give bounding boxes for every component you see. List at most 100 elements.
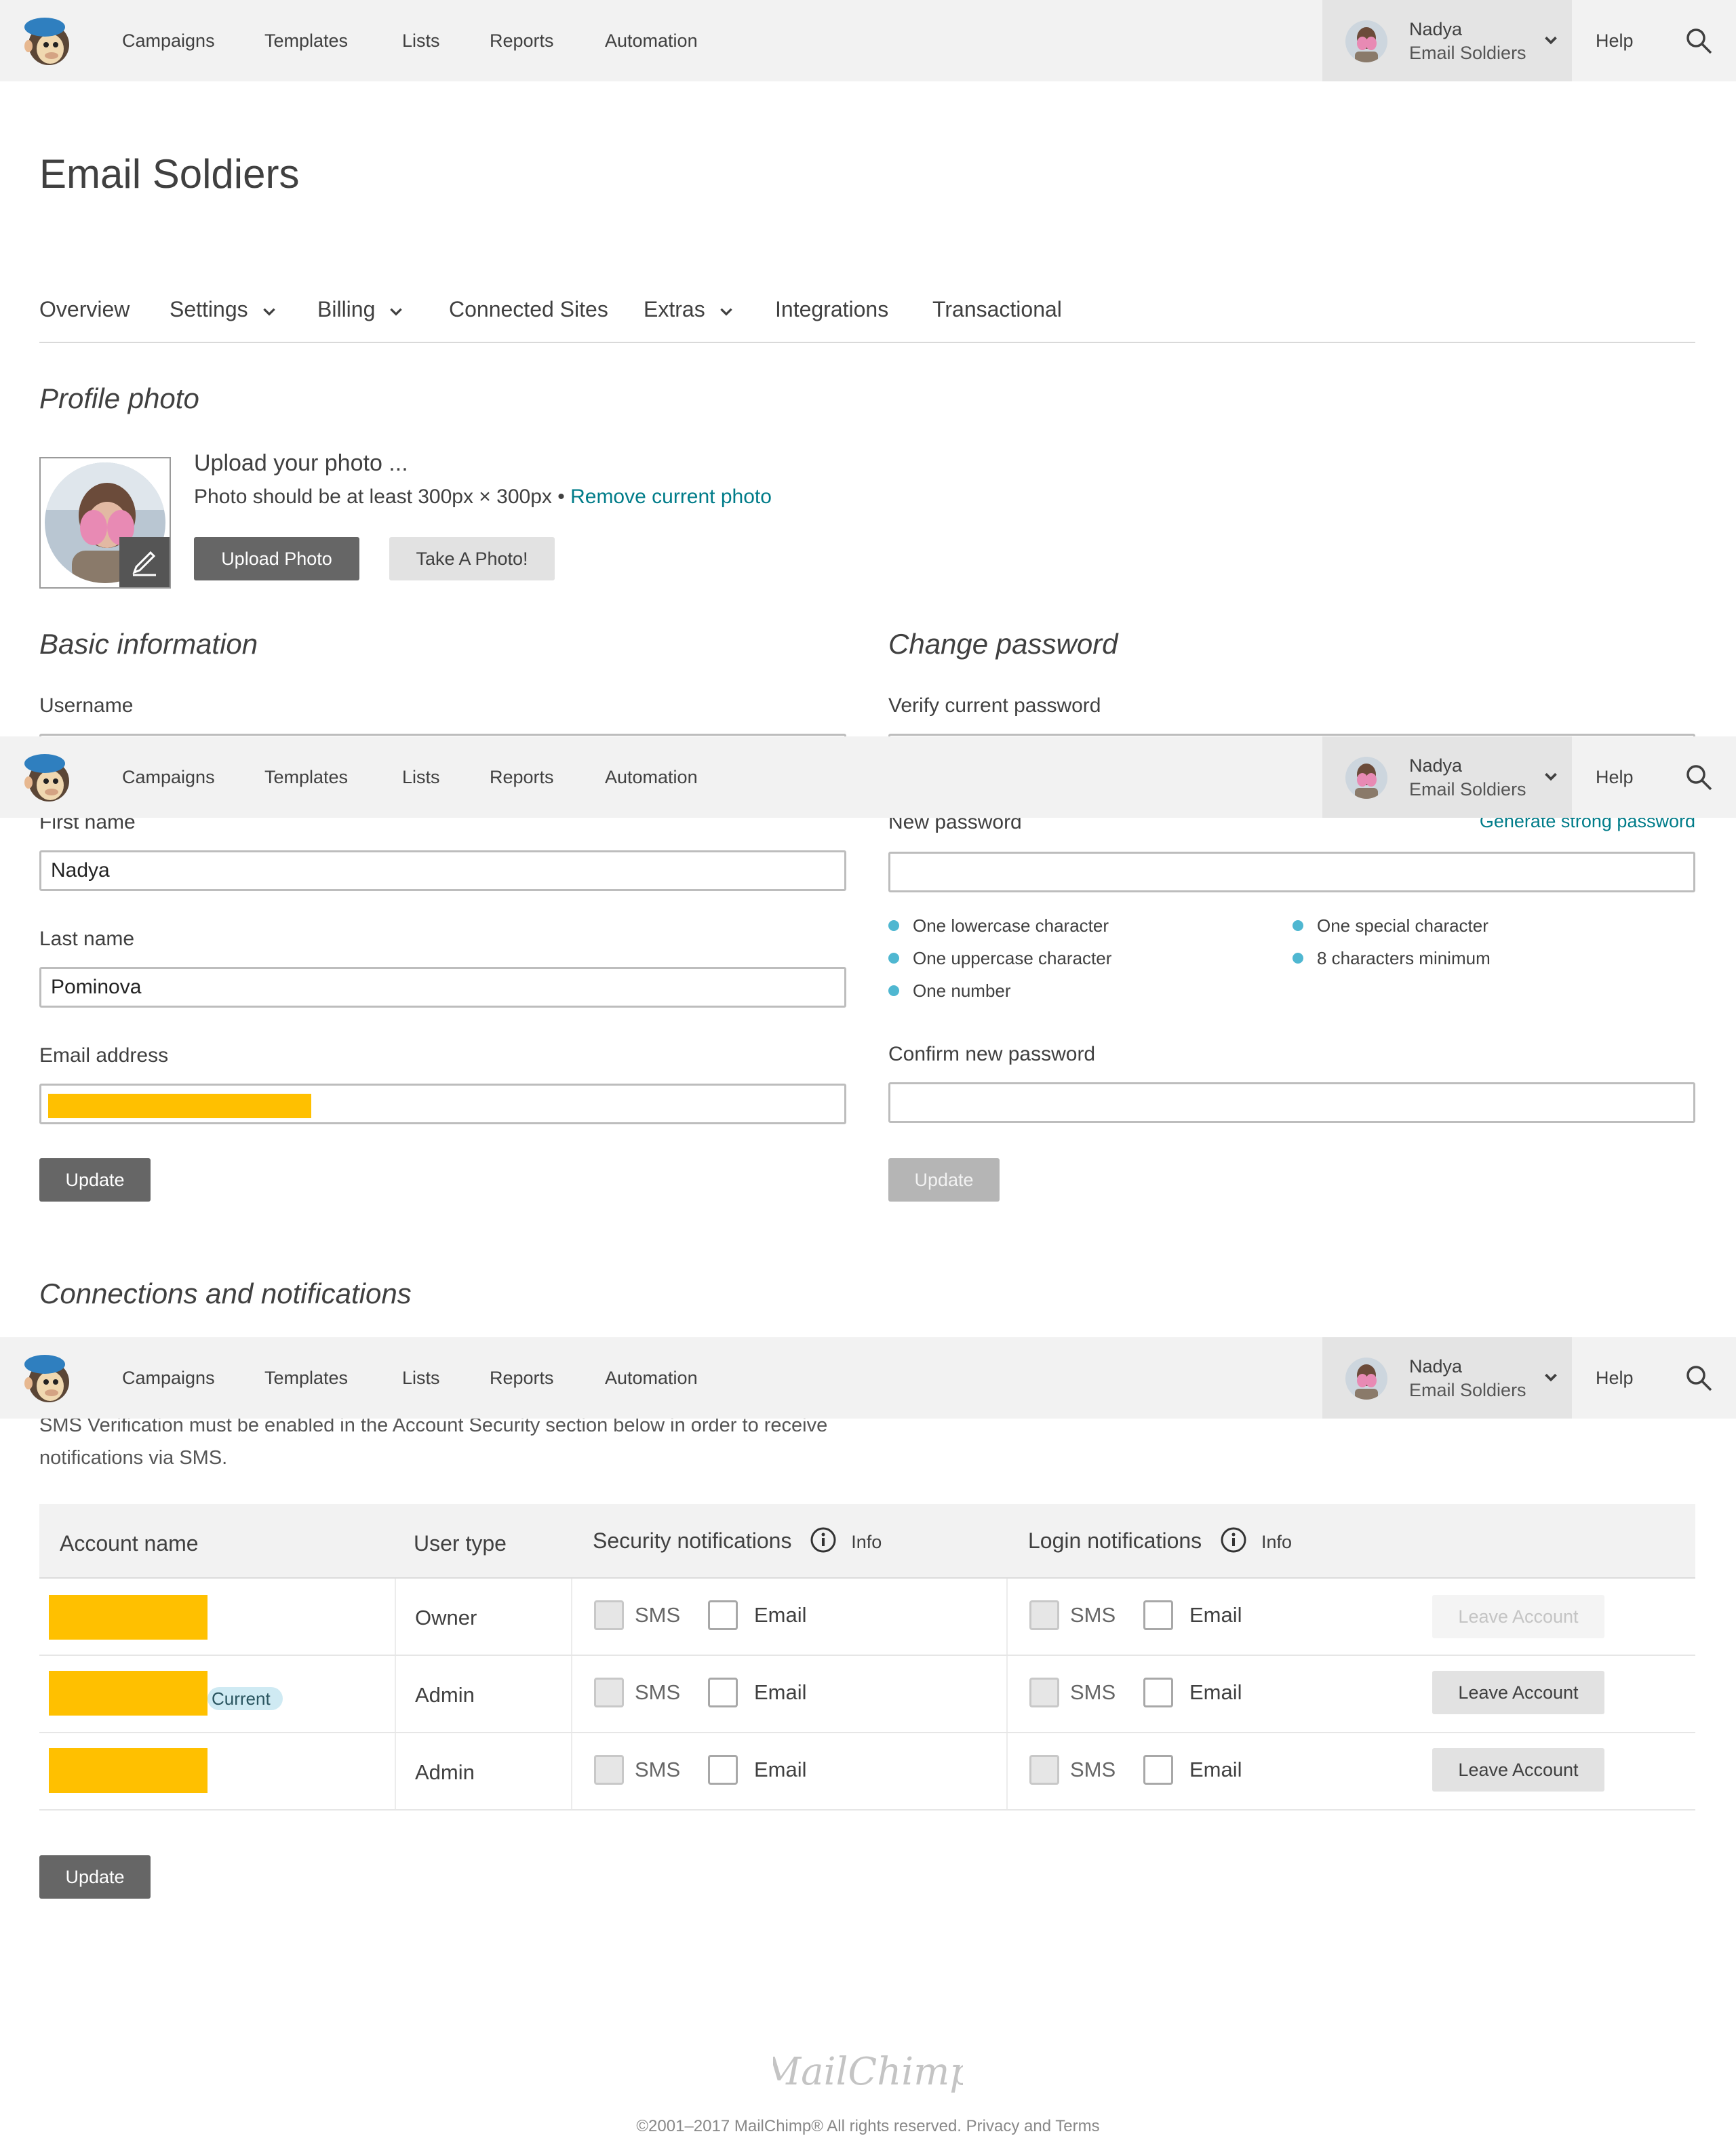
bullet-icon (888, 985, 899, 997)
confirm-password-field[interactable] (888, 1082, 1695, 1123)
nav-templates[interactable]: Templates (264, 0, 348, 81)
freddie-logo-icon[interactable] (23, 15, 75, 68)
info-icon[interactable] (1220, 1526, 1247, 1554)
account-name: Email Soldiers (1409, 43, 1526, 63)
table-row: Owner SMS Email SMS Email Leave Account (39, 1579, 1695, 1656)
col-security-notifications: Security notifications Info (593, 1526, 882, 1556)
login-sms-checkbox[interactable] (1029, 1600, 1059, 1630)
bullet-icon (888, 920, 899, 932)
nav-lists[interactable]: Lists (402, 0, 440, 81)
search-icon[interactable] (1684, 762, 1714, 792)
redacted-account-name (49, 1595, 208, 1640)
account-tabs: Overview Settings Billing Connected Site… (39, 285, 1695, 343)
nav-campaigns[interactable]: Campaigns (122, 1337, 215, 1419)
user-name: Nadya (1409, 19, 1463, 39)
search-icon[interactable] (1684, 1363, 1714, 1393)
nav-help[interactable]: Help (1596, 0, 1634, 81)
login-email-checkbox[interactable] (1143, 1755, 1173, 1785)
pencil-icon (132, 551, 156, 576)
nav-help[interactable]: Help (1596, 1337, 1634, 1419)
new-password-field[interactable] (888, 852, 1695, 892)
sms-label: SMS (635, 1603, 681, 1627)
tab-billing[interactable]: Billing (317, 297, 405, 322)
requirement-lowercase: One lowercase character (888, 915, 1109, 936)
email-label: Email (754, 1603, 807, 1627)
chevron-down-icon (1545, 772, 1557, 781)
security-email-checkbox[interactable] (708, 1678, 738, 1707)
security-email-checkbox[interactable] (708, 1755, 738, 1785)
account-menu[interactable]: Nadya Email Soldiers (1322, 0, 1572, 81)
profile-photo[interactable] (39, 457, 171, 589)
sms-note-line2: notifications via SMS. (39, 1447, 228, 1469)
requirement-uppercase: One uppercase character (888, 948, 1111, 969)
search-icon[interactable] (1684, 26, 1714, 56)
upload-photo-button[interactable]: Upload Photo (194, 537, 359, 580)
email-label: Email (1189, 1603, 1242, 1627)
tab-settings[interactable]: Settings (170, 297, 278, 322)
nav-lists[interactable]: Lists (402, 1337, 440, 1419)
user-name: Nadya (1409, 1356, 1463, 1377)
nav-help[interactable]: Help (1596, 736, 1634, 818)
tab-overview[interactable]: Overview (39, 297, 130, 322)
last-name-label: Last name (39, 928, 135, 950)
login-email-checkbox[interactable] (1143, 1600, 1173, 1630)
email-label: Email (1189, 1758, 1242, 1781)
chevron-down-icon (1545, 1373, 1557, 1382)
take-photo-button[interactable]: Take A Photo! (389, 537, 555, 580)
remove-photo-link[interactable]: Remove current photo (570, 486, 772, 508)
nav-campaigns[interactable]: Campaigns (122, 736, 215, 818)
leave-account-button[interactable]: Leave Account (1432, 1595, 1604, 1638)
basic-update-button[interactable]: Update (39, 1158, 151, 1202)
bullet-icon (1293, 920, 1303, 932)
nav-automation[interactable]: Automation (605, 0, 698, 81)
avatar (1345, 1358, 1387, 1400)
tab-connected-sites[interactable]: Connected Sites (449, 297, 608, 322)
security-sms-checkbox[interactable] (594, 1678, 624, 1707)
nav-reports[interactable]: Reports (490, 0, 554, 81)
freddie-logo-icon[interactable] (23, 1352, 75, 1405)
leave-account-button[interactable]: Leave Account (1432, 1671, 1604, 1714)
nav-reports[interactable]: Reports (490, 1337, 554, 1419)
nav-reports[interactable]: Reports (490, 736, 554, 818)
email-field[interactable] (39, 1084, 846, 1124)
first-name-field[interactable]: Nadya (39, 850, 846, 891)
photo-hint: Photo should be at least 300px × 300px •… (194, 486, 772, 509)
info-link[interactable]: Info (1261, 1532, 1292, 1552)
chevron-down-icon (719, 308, 732, 316)
nav-templates[interactable]: Templates (264, 1337, 348, 1419)
confirm-password-label: Confirm new password (888, 1043, 1096, 1065)
info-icon[interactable] (810, 1526, 837, 1554)
account-menu[interactable]: Nadya Email Soldiers (1322, 736, 1572, 818)
leave-account-button[interactable]: Leave Account (1432, 1748, 1604, 1792)
nav-campaigns[interactable]: Campaigns (122, 0, 215, 81)
account-name: Email Soldiers (1409, 1380, 1526, 1400)
nav-templates[interactable]: Templates (264, 736, 348, 818)
last-name-field[interactable]: Pominova (39, 967, 846, 1008)
nav-lists[interactable]: Lists (402, 736, 440, 818)
login-header-label: Login notifications (1028, 1528, 1202, 1553)
connections-update-button[interactable]: Update (39, 1855, 151, 1899)
current-badge: Current (208, 1687, 283, 1710)
nav-automation[interactable]: Automation (605, 1337, 698, 1419)
info-link[interactable]: Info (851, 1532, 882, 1552)
page-title: Email Soldiers (39, 151, 300, 197)
top-navigation: Campaigns Templates Lists Reports Automa… (0, 1337, 1736, 1419)
security-sms-checkbox[interactable] (594, 1755, 624, 1785)
freddie-logo-icon[interactable] (23, 751, 75, 804)
tab-transactional[interactable]: Transactional (932, 297, 1062, 322)
sms-label: SMS (635, 1758, 681, 1781)
password-update-button[interactable]: Update (888, 1158, 1000, 1202)
edit-photo-button[interactable] (119, 537, 170, 587)
security-sms-checkbox[interactable] (594, 1600, 624, 1630)
account-menu[interactable]: Nadya Email Soldiers (1322, 1337, 1572, 1419)
login-email-checkbox[interactable] (1143, 1678, 1173, 1707)
login-sms-checkbox[interactable] (1029, 1755, 1059, 1785)
col-account-name: Account name (60, 1531, 199, 1556)
login-sms-checkbox[interactable] (1029, 1678, 1059, 1707)
tab-integrations[interactable]: Integrations (775, 297, 888, 322)
security-email-checkbox[interactable] (708, 1600, 738, 1630)
nav-automation[interactable]: Automation (605, 736, 698, 818)
username-label: Username (39, 694, 134, 717)
tab-extras[interactable]: Extras (644, 297, 735, 322)
user-type: Owner (415, 1606, 477, 1629)
